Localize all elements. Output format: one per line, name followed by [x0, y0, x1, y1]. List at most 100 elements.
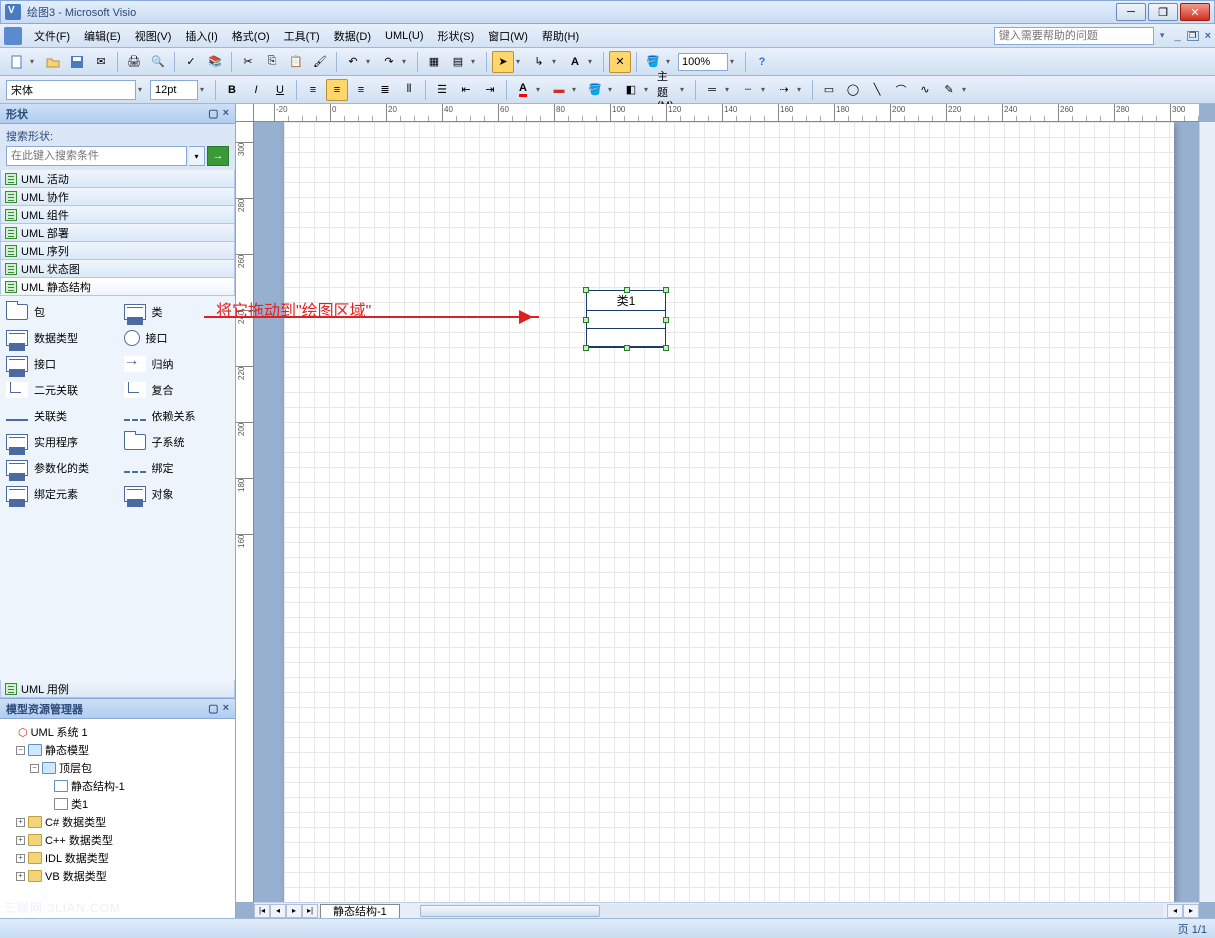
line-ends-button[interactable]: ⇢	[773, 79, 795, 101]
minimize-button[interactable]: ─	[1116, 3, 1146, 21]
research-button[interactable]: 📚	[204, 51, 226, 73]
tree-class[interactable]: 类1	[4, 795, 231, 813]
shape-item[interactable]: 依赖关系	[122, 404, 232, 428]
line-color-button[interactable]: ▬	[548, 79, 570, 101]
email-button[interactable]: ✉	[90, 51, 112, 73]
shape-item[interactable]: 绑定元素	[4, 482, 114, 506]
stencil-bar[interactable]: UML 组件	[0, 206, 235, 224]
shape-item[interactable]: 包	[4, 300, 114, 324]
theme-button[interactable]: 主题(M)	[656, 79, 678, 101]
shape-search-input[interactable]	[6, 146, 187, 166]
menu-item[interactable]: 数据(D)	[328, 26, 377, 46]
ellipse-button[interactable]: ◯	[842, 79, 864, 101]
menu-item[interactable]: 窗口(W)	[482, 26, 534, 46]
redo-button[interactable]: ↷	[378, 51, 400, 73]
menu-item[interactable]: 帮助(H)	[536, 26, 585, 46]
menu-item[interactable]: 视图(V)	[129, 26, 178, 46]
bullets-button[interactable]: ☰	[431, 79, 453, 101]
stencil-bar[interactable]: UML 活动	[0, 170, 235, 188]
decrease-indent-button[interactable]: ⇤	[455, 79, 477, 101]
tree-root[interactable]: ⬡UML 系统 1	[4, 723, 231, 741]
bold-button[interactable]: B	[221, 79, 243, 101]
cut-button[interactable]: ✂	[237, 51, 259, 73]
pointer-tool-button[interactable]: ➤	[492, 51, 514, 73]
menu-item[interactable]: 编辑(E)	[78, 26, 127, 46]
scrollbar-thumb[interactable]	[420, 905, 600, 917]
shape-item[interactable]: 二元关联	[4, 378, 114, 402]
drawing-viewport[interactable]: 类1	[254, 122, 1199, 902]
search-dropdown-icon[interactable]: ▾	[189, 146, 205, 166]
line-weight-button[interactable]: ═	[701, 79, 723, 101]
menu-item[interactable]: 文件(F)	[28, 26, 76, 46]
close-button[interactable]: ✕	[1180, 3, 1210, 21]
stencil-bar[interactable]: UML 用例	[0, 680, 235, 698]
distribute-button[interactable]: ⫴	[398, 79, 420, 101]
font-color-button[interactable]: A	[512, 79, 534, 101]
spelling-button[interactable]: ✓	[180, 51, 202, 73]
doc-restore-button[interactable]: ❐	[1187, 31, 1199, 41]
menu-item[interactable]: 形状(S)	[432, 26, 481, 46]
shadow-button[interactable]: ◧	[620, 79, 642, 101]
model-pane-close-icon[interactable]: ×	[223, 702, 229, 715]
help-search-input[interactable]	[994, 27, 1154, 45]
increase-indent-button[interactable]: ⇥	[479, 79, 501, 101]
last-page-button[interactable]: ▸|	[302, 904, 318, 918]
shape-item[interactable]: 参数化的类	[4, 456, 114, 480]
shape-item[interactable]: 关联类	[4, 404, 114, 428]
fill-color-button[interactable]: 🪣	[584, 79, 606, 101]
tree-diagram[interactable]: 静态结构-1	[4, 777, 231, 795]
vertical-scrollbar[interactable]	[1199, 122, 1215, 902]
first-page-button[interactable]: |◂	[254, 904, 270, 918]
arc-button[interactable]: ⌒	[890, 79, 912, 101]
open-button[interactable]	[42, 51, 64, 73]
save-button[interactable]	[66, 51, 88, 73]
horizontal-scrollbar[interactable]	[420, 904, 1163, 918]
copy-button[interactable]: ⎘	[261, 51, 283, 73]
new-button[interactable]	[6, 51, 28, 73]
ruler-origin[interactable]	[236, 104, 254, 122]
format-painter-button[interactable]: 🖌	[309, 51, 331, 73]
data-button[interactable]: ▤	[447, 51, 469, 73]
menu-item[interactable]: UML(U)	[379, 28, 430, 44]
font-size-selector[interactable]	[150, 80, 198, 100]
menu-item[interactable]: 格式(O)	[226, 26, 276, 46]
shapes-window-button[interactable]: ▦	[423, 51, 445, 73]
stencil-bar[interactable]: UML 序列	[0, 242, 235, 260]
shape-item[interactable]: 归纳	[122, 352, 232, 376]
stencil-bar[interactable]: UML 部署	[0, 224, 235, 242]
stencil-bar[interactable]: UML 静态结构	[0, 278, 235, 296]
print-preview-button[interactable]: 🔍	[147, 51, 169, 73]
menu-item[interactable]: 插入(I)	[179, 26, 223, 46]
line-button[interactable]: ╲	[866, 79, 888, 101]
scroll-right-button[interactable]: ▸	[1183, 904, 1199, 918]
menu-item[interactable]: 工具(T)	[278, 26, 326, 46]
text-tool-button[interactable]: A	[564, 51, 586, 73]
next-page-button[interactable]: ▸	[286, 904, 302, 918]
drawing-page[interactable]: 类1	[284, 122, 1174, 902]
doc-close-button[interactable]: ×	[1205, 30, 1211, 42]
uml-class-shape[interactable]: 类1	[586, 290, 666, 348]
align-right-button[interactable]: ≡	[350, 79, 372, 101]
help-button[interactable]: ?	[751, 51, 773, 73]
connector-tool-button[interactable]: ↳	[528, 51, 550, 73]
shape-item[interactable]: 绑定	[122, 456, 232, 480]
print-button[interactable]: 🖨	[123, 51, 145, 73]
line-pattern-button[interactable]: ┄	[737, 79, 759, 101]
tree-folder[interactable]: +C++ 数据类型	[4, 831, 231, 849]
pencil-button[interactable]: ✎	[938, 79, 960, 101]
underline-button[interactable]: U	[269, 79, 291, 101]
vertical-ruler[interactable]: 300280260240220200180160	[236, 122, 254, 902]
shape-item[interactable]: 接口	[4, 352, 114, 376]
shape-item[interactable]: 接口	[122, 326, 232, 350]
align-center-button[interactable]: ≡	[326, 79, 348, 101]
help-dropdown-icon[interactable]: ▾	[1160, 30, 1165, 41]
freeform-button[interactable]: ∿	[914, 79, 936, 101]
prev-page-button[interactable]: ◂	[270, 904, 286, 918]
shape-item[interactable]: 复合	[122, 378, 232, 402]
stencil-bar[interactable]: UML 协作	[0, 188, 235, 206]
tree-folder[interactable]: +C# 数据类型	[4, 813, 231, 831]
model-pane-pin-icon[interactable]: ▢	[208, 702, 218, 715]
rectangle-button[interactable]: ▭	[818, 79, 840, 101]
connection-point-button[interactable]: ✕	[609, 51, 631, 73]
stencil-bar[interactable]: UML 状态图	[0, 260, 235, 278]
